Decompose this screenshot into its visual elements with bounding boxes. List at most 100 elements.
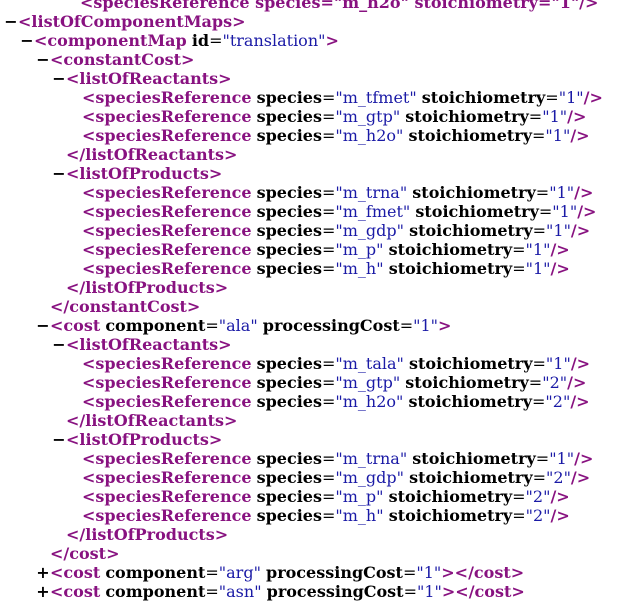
attribute-value: 2 (553, 468, 564, 487)
attribute-value: 1 (549, 107, 560, 126)
toggle-spacer (68, 126, 82, 145)
quote: " (559, 373, 568, 392)
attribute-name: stoichiometry (388, 487, 513, 506)
tag-bracket: < (82, 259, 96, 278)
expand-toggle-icon[interactable]: + (36, 582, 50, 601)
equals-sign: = (321, 88, 336, 107)
quote: " (335, 506, 343, 525)
collapse-toggle-icon[interactable]: − (20, 31, 34, 50)
attribute-name: species (256, 468, 322, 487)
equals-sign: = (532, 126, 546, 145)
quote: " (563, 221, 571, 240)
quote: " (335, 392, 343, 411)
tag-bracket: /> (570, 392, 590, 411)
equals-sign: = (512, 506, 526, 525)
collapse-toggle-icon[interactable]: − (52, 430, 66, 449)
attribute-value: m_h (342, 259, 377, 278)
tag-bracket: /> (583, 88, 603, 107)
attribute-value: 1 (556, 183, 567, 202)
tag-bracket: < (82, 88, 96, 107)
attribute-value: 1 (424, 582, 435, 601)
quote: " (396, 354, 404, 373)
equals-sign: = (321, 449, 336, 468)
xml-line: +<cost component="arg" processingCost="1… (0, 563, 617, 582)
toggle-spacer (68, 392, 82, 411)
tag-name: cost (63, 563, 101, 582)
tag-bracket: < (82, 221, 96, 240)
collapse-toggle-icon[interactable]: − (52, 164, 66, 183)
tag-name: speciesReference (95, 506, 252, 525)
closing-tag-name: cost (473, 563, 511, 582)
tag-name: speciesReference (95, 202, 252, 221)
collapse-toggle-icon[interactable]: − (52, 335, 66, 354)
quote: " (335, 487, 343, 506)
tag-name: listOfReactants (85, 145, 224, 164)
xml-line: <speciesReference species="m_trna" stoic… (0, 183, 617, 202)
xml-line: −<listOfReactants> (0, 335, 617, 354)
toggle-spacer (68, 240, 82, 259)
tag-bracket: < (82, 392, 96, 411)
equals-sign: = (205, 563, 219, 582)
quote: " (525, 487, 533, 506)
attribute-name: processingCost (266, 582, 404, 601)
tag-name: speciesReference (95, 221, 252, 240)
equals-sign: = (399, 316, 414, 335)
quote: " (563, 468, 571, 487)
quote: " (376, 259, 384, 278)
quote: " (253, 563, 261, 582)
tag-bracket: > (208, 164, 223, 183)
tag-bracket: /> (550, 240, 570, 259)
xml-line: −<constantCost> (0, 50, 617, 69)
quote: " (549, 449, 557, 468)
attribute-value: 1 (556, 449, 567, 468)
quote: " (566, 449, 575, 468)
tag-name: cost (63, 316, 101, 335)
quote: " (376, 487, 384, 506)
quote: " (335, 107, 343, 126)
collapse-toggle-icon[interactable]: − (36, 50, 50, 69)
toggle-spacer (4, 0, 18, 12)
xml-line: </cost> (0, 544, 617, 563)
tag-bracket: < (82, 449, 96, 468)
collapse-toggle-icon[interactable]: − (36, 316, 50, 335)
tag-bracket: /> (550, 259, 570, 278)
quote: " (335, 259, 343, 278)
xml-line: <speciesReference species="m_h" stoichio… (0, 506, 617, 525)
quote: " (250, 316, 258, 335)
equals-sign: = (321, 259, 336, 278)
quote: " (558, 88, 567, 107)
attribute-name: processingCost (266, 563, 403, 582)
tag-bracket: /> (570, 468, 591, 487)
attribute-name: species (256, 126, 322, 145)
tag-name: listOfProducts (79, 164, 209, 183)
quote: " (335, 373, 343, 392)
quote: " (563, 354, 571, 373)
xml-line: </listOfProducts> (0, 278, 617, 297)
attribute-value: 1 (420, 316, 431, 335)
toggle-spacer (36, 544, 50, 563)
toggle-spacer (68, 468, 82, 487)
tag-bracket: </ (454, 563, 474, 582)
tag-bracket: </ (66, 411, 86, 430)
collapse-toggle-icon[interactable]: − (52, 69, 66, 88)
quote: " (576, 88, 584, 107)
attribute-name: stoichiometry (415, 202, 539, 221)
attribute-value: 2 (532, 487, 544, 506)
quote: " (566, 183, 575, 202)
expand-toggle-icon[interactable]: + (36, 563, 50, 582)
quote: " (549, 183, 557, 202)
tag-bracket: < (50, 563, 64, 582)
quote: " (335, 449, 343, 468)
tag-bracket: </ (455, 582, 475, 601)
xml-line: <speciesReference species="m_gdp" stoich… (0, 221, 617, 240)
equals-sign: = (321, 107, 336, 126)
tag-bracket: </ (66, 278, 86, 297)
collapse-toggle-icon[interactable]: − (4, 12, 18, 31)
toggle-spacer (68, 107, 82, 126)
quote: " (254, 582, 262, 601)
equals-sign: = (205, 582, 219, 601)
tag-bracket: </ (66, 525, 86, 544)
attribute-value: m_p (342, 240, 377, 259)
tag-bracket: < (82, 126, 96, 145)
tag-name: speciesReference (95, 354, 252, 373)
